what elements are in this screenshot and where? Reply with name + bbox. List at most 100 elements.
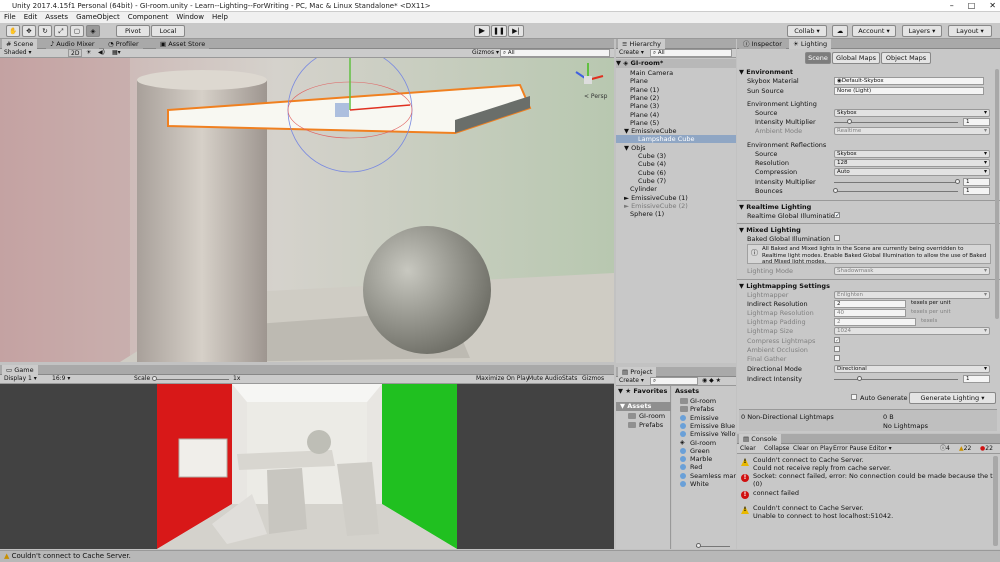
console-editor-dropdown[interactable]: Editor ▾ bbox=[869, 445, 892, 453]
env-source-dropdown[interactable]: Skybox bbox=[834, 109, 990, 117]
baked-gi-checkbox[interactable] bbox=[834, 235, 840, 241]
scene-viewport[interactable]: < Persp bbox=[0, 58, 614, 362]
pause-button[interactable]: ❚❚ bbox=[491, 25, 507, 37]
filter-icons[interactable]: ◉ ◆ ★ bbox=[702, 377, 721, 385]
game-gizmos-dropdown[interactable]: Gizmos bbox=[582, 375, 604, 383]
audio-toggle-icon[interactable]: ◀) bbox=[98, 49, 105, 57]
hierarchy-item[interactable]: Plane (5) bbox=[616, 119, 736, 127]
sun-source-field[interactable]: None (Light) bbox=[834, 87, 984, 95]
stats-button[interactable]: Stats bbox=[562, 375, 577, 383]
asset-item[interactable]: Prefabs bbox=[680, 405, 714, 413]
collab-button[interactable]: Collab ▾ bbox=[787, 25, 827, 37]
realtime-gi-checkbox[interactable]: ✓ bbox=[834, 212, 840, 219]
asset-item[interactable]: Green bbox=[680, 447, 710, 455]
scene-gizmos-dropdown[interactable]: Gizmos ▾ bbox=[472, 49, 499, 57]
layers-dropdown[interactable]: Layers ▾ bbox=[902, 25, 942, 37]
asset-item[interactable]: ◈ GI-room bbox=[680, 439, 716, 447]
scale-slider[interactable] bbox=[154, 379, 229, 380]
indirect-intensity-slider[interactable] bbox=[834, 379, 958, 380]
favorites-section[interactable]: ▼ ★ Favorites bbox=[618, 387, 667, 395]
generate-lighting-button[interactable]: Generate Lighting ▾ bbox=[909, 392, 996, 404]
cloud-icon[interactable]: ☁ bbox=[832, 25, 848, 37]
refl-intensity-slider[interactable] bbox=[834, 182, 958, 183]
console-collapse-button[interactable]: Collapse bbox=[764, 445, 790, 453]
bounces-slider[interactable] bbox=[834, 191, 958, 192]
console-log-entry[interactable]: Couldn't connect to Cache Server. Unable … bbox=[753, 504, 993, 520]
scene-search-input[interactable]: ⌕ All bbox=[500, 49, 610, 57]
hierarchy-item[interactable]: ▼ Objs bbox=[616, 144, 736, 152]
asset-size-slider-knob[interactable] bbox=[696, 543, 701, 548]
menu-item-assets[interactable]: Assets bbox=[41, 12, 72, 23]
asset-item[interactable]: GI-room bbox=[680, 397, 716, 405]
asset-item[interactable]: White bbox=[680, 480, 709, 488]
layout-dropdown[interactable]: Layout ▾ bbox=[948, 25, 992, 37]
hierarchy-item[interactable]: Cube (6) bbox=[616, 169, 736, 177]
bounces-knob[interactable] bbox=[833, 188, 838, 193]
error-count-toggle[interactable]: ●22 bbox=[980, 445, 993, 453]
ambient-occlusion-checkbox[interactable] bbox=[834, 346, 840, 352]
minimize-icon[interactable]: – bbox=[950, 0, 954, 12]
final-gather-checkbox[interactable] bbox=[834, 355, 840, 361]
asset-item[interactable]: Emissive Yellow bbox=[680, 430, 736, 438]
lighting-scrollbar[interactable] bbox=[995, 69, 999, 319]
console-error-pause-button[interactable]: Error Pause bbox=[833, 445, 867, 453]
compress-lightmaps-checkbox[interactable]: ✓ bbox=[834, 337, 840, 344]
pivot-toggle[interactable]: Pivot bbox=[116, 25, 150, 37]
subtab-object-maps[interactable]: Object Maps bbox=[881, 52, 931, 64]
hierarchy-item[interactable]: ► EmissiveCube (2) bbox=[616, 202, 736, 210]
lightmap-size-dropdown[interactable]: 1024 bbox=[834, 327, 990, 335]
step-button[interactable]: ▶| bbox=[508, 25, 524, 37]
2d-toggle[interactable]: 2D bbox=[68, 49, 83, 57]
lighting-mode-dropdown[interactable]: Shadowmask bbox=[834, 267, 990, 275]
indirect-resolution-field[interactable]: 2 bbox=[834, 300, 906, 308]
tab-console[interactable]: ▤ Console bbox=[739, 434, 782, 444]
hierarchy-item[interactable]: Plane bbox=[616, 77, 736, 85]
project-create-dropdown[interactable]: Create ▾ bbox=[619, 377, 644, 385]
effects-toggle-icon[interactable]: ▦▾ bbox=[112, 49, 121, 57]
env-intensity-knob[interactable] bbox=[847, 119, 852, 124]
hierarchy-item[interactable]: Plane (2) bbox=[616, 94, 736, 102]
rotate-tool-icon[interactable]: ↻ bbox=[38, 25, 52, 37]
indirect-intensity-knob[interactable] bbox=[857, 376, 862, 381]
tab-game[interactable]: ▭ Game bbox=[2, 365, 38, 375]
tree-prefabs[interactable]: Prefabs bbox=[628, 421, 663, 429]
auto-generate-checkbox[interactable] bbox=[851, 394, 857, 400]
compression-dropdown[interactable]: Auto bbox=[834, 168, 990, 176]
subtab-global-maps[interactable]: Global Maps bbox=[832, 52, 880, 64]
lightmap-padding-field[interactable]: 2 bbox=[834, 318, 916, 326]
menu-item-file[interactable]: File bbox=[0, 12, 20, 23]
tab-inspector[interactable]: ⓘ Inspector bbox=[739, 39, 786, 49]
menu-item-edit[interactable]: Edit bbox=[20, 12, 42, 23]
lightmapping-section-header[interactable]: ▼ Lightmapping Settings bbox=[739, 282, 830, 290]
console-scrollbar[interactable] bbox=[993, 456, 998, 546]
tab-hierarchy[interactable]: ≡ Hierarchy bbox=[618, 39, 665, 49]
maximize-on-play-button[interactable]: Maximize On Play bbox=[476, 375, 529, 383]
tree-gi-room[interactable]: GI-room bbox=[628, 412, 665, 420]
menu-item-gameobject[interactable]: GameObject bbox=[72, 12, 124, 23]
info-count-toggle[interactable]: ⓘ4 bbox=[940, 445, 950, 453]
env-intensity-field[interactable]: 1 bbox=[963, 118, 990, 126]
console-log-entry[interactable]: Couldn't connect to Cache Server. Could n… bbox=[753, 456, 993, 472]
hierarchy-item[interactable]: Plane (4) bbox=[616, 111, 736, 119]
mixed-section-header[interactable]: ▼ Mixed Lighting bbox=[739, 226, 801, 234]
local-toggle[interactable]: Local bbox=[151, 25, 185, 37]
hierarchy-item[interactable]: Main Camera bbox=[616, 69, 736, 77]
project-search-input[interactable]: ⌕ bbox=[650, 377, 698, 385]
env-intensity-slider[interactable] bbox=[834, 122, 958, 123]
tab-audio-mixer[interactable]: ♪ Audio Mixer bbox=[46, 39, 99, 49]
hierarchy-item[interactable]: Plane (3) bbox=[616, 102, 736, 110]
maximize-icon[interactable]: □ bbox=[968, 0, 976, 12]
menu-item-help[interactable]: Help bbox=[208, 12, 232, 23]
warning-count-toggle[interactable]: ▲22 bbox=[959, 445, 971, 453]
asset-item[interactable]: Emissive bbox=[680, 414, 719, 422]
shading-mode-dropdown[interactable]: Shaded ▾ bbox=[4, 49, 32, 57]
hierarchy-item[interactable]: Plane (1) bbox=[616, 86, 736, 94]
tab-lighting[interactable]: ☀ Lighting bbox=[789, 39, 832, 49]
rect-tool-icon[interactable]: ▢ bbox=[70, 25, 84, 37]
hierarchy-item[interactable]: Cube (4) bbox=[616, 160, 736, 168]
console-clear-on-play-button[interactable]: Clear on Play bbox=[793, 445, 833, 453]
hierarchy-item[interactable]: Sphere (1) bbox=[616, 210, 736, 218]
move-tool-icon[interactable]: ✥ bbox=[22, 25, 36, 37]
console-log-entry[interactable]: Socket: connect failed, error: No connec… bbox=[753, 472, 993, 488]
menu-item-component[interactable]: Component bbox=[124, 12, 173, 23]
